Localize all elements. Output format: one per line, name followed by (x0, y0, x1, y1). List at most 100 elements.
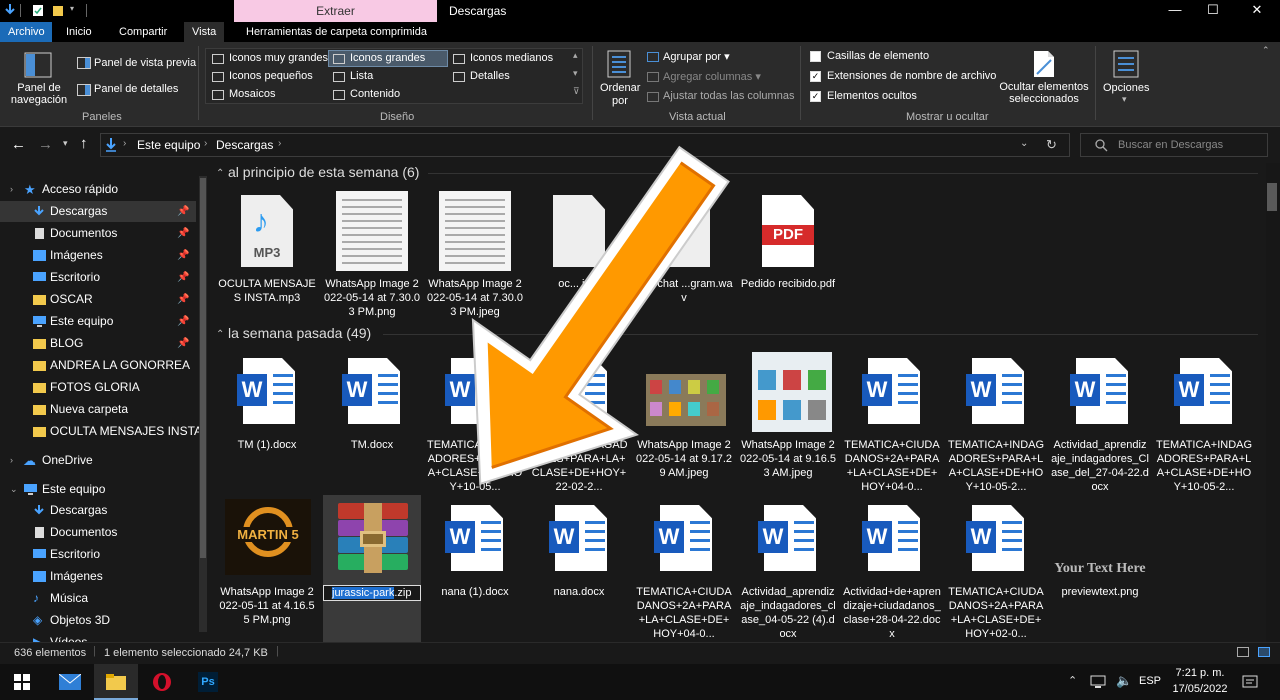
recent-locations-icon[interactable]: ▾ (63, 138, 68, 149)
details-pane-button[interactable]: Panel de detalles (94, 83, 178, 95)
pin-icon[interactable]: 📌 (177, 267, 189, 288)
sidebar-item-quick-access[interactable]: › ★ Acceso rápido (0, 179, 196, 200)
pin-icon[interactable]: 📌 (177, 311, 189, 332)
clock-time[interactable]: 7:21 p. m. (1172, 667, 1228, 679)
breadcrumb-descargas[interactable]: Descargas (216, 138, 273, 152)
back-arrow-icon[interactable]: ← (11, 136, 26, 153)
gallery-up-icon[interactable]: ▴ (573, 50, 578, 61)
group-header-this-week[interactable]: al principio de esta semana (6) (228, 164, 419, 180)
file-item[interactable]: WhatsApp Image 2022-05-14 at 9.16.53 AM.… (739, 348, 837, 496)
layout-list[interactable]: Lista (350, 70, 373, 82)
file-item[interactable]: W Actividad_aprendizaje_indagadores_clase… (739, 495, 837, 642)
file-item[interactable]: W TEMATICA+INDAGADORES+PARA+LA+CLASE+DE+H… (1155, 348, 1253, 496)
pin-icon[interactable]: 📌 (177, 245, 189, 266)
pin-icon[interactable]: 📌 (177, 333, 189, 354)
sidebar-item-fotos-gloria[interactable]: FOTOS GLORIA (0, 377, 196, 398)
customize-quick-access-icon[interactable]: ▾ (70, 4, 78, 17)
layout-content[interactable]: Contenido (350, 88, 400, 100)
file-item[interactable]: Your Text Here previewtext.png (1051, 495, 1149, 642)
file-item[interactable]: PDF Pedido recibido.pdf (739, 187, 837, 335)
layout-tiles[interactable]: Mosaicos (229, 88, 275, 100)
item-checkboxes-checkbox[interactable] (810, 51, 821, 62)
content-scrollbar[interactable] (1266, 163, 1280, 642)
details-view-icon[interactable] (1237, 647, 1249, 657)
options-dropdown-icon[interactable]: ▾ (1122, 94, 1127, 105)
collapse-chevron-icon[interactable]: ⌄ (10, 479, 18, 500)
expand-chevron-icon[interactable]: › (10, 450, 13, 471)
refresh-icon[interactable]: ↻ (1046, 137, 1057, 153)
extensions-checkbox[interactable]: ✓ (810, 71, 821, 82)
group-by-button[interactable]: Agrupar por ▾ (663, 50, 730, 63)
sidebar-item-pc-escritorio[interactable]: Escritorio (0, 544, 196, 565)
taskbar-mail[interactable] (48, 664, 92, 700)
tab-herramientas-carpeta-comprimida[interactable]: Herramientas de carpeta comprimida (238, 22, 435, 42)
file-item[interactable]: jurassic-park.zip (323, 495, 421, 642)
breadcrumb-chevron-icon[interactable]: › (123, 138, 126, 149)
file-item[interactable]: MARTIN 5 WhatsApp Image 2022-05-11 at 4.1… (218, 495, 316, 642)
forward-arrow-icon[interactable]: → (38, 136, 53, 153)
sort-by-icon[interactable] (607, 50, 631, 78)
options-icon[interactable] (1113, 50, 1139, 78)
network-icon[interactable] (1090, 675, 1106, 688)
sidebar-item-pc-documentos[interactable]: Documentos (0, 522, 196, 543)
add-columns-button[interactable]: Agregar columnas ▾ (663, 70, 761, 83)
breadcrumb-chevron-icon[interactable]: › (278, 138, 281, 149)
properties-icon[interactable] (32, 4, 44, 17)
sidebar-item-imagenes[interactable]: Imágenes 📌 (0, 245, 196, 266)
gallery-down-icon[interactable]: ▾ (573, 68, 578, 79)
file-item[interactable]: W TEMATICA+CIUDADANOS+2A+PARA+LA+CLASE+DE… (947, 495, 1045, 642)
file-item[interactable]: W TM.docx (323, 348, 421, 496)
volume-icon[interactable]: 🔈 (1116, 673, 1132, 689)
address-history-icon[interactable]: ⌄ (1020, 138, 1028, 149)
tab-vista[interactable]: Vista (184, 22, 225, 42)
layout-medium-icons[interactable]: Iconos medianos (470, 52, 553, 64)
file-item[interactable]: W Actividad_aprendizaje_indagadores_Clase… (1051, 348, 1149, 496)
taskbar-file-explorer[interactable] (94, 664, 138, 700)
large-icons-view-icon[interactable] (1258, 647, 1270, 657)
sidebar-item-pc-imagenes[interactable]: Imágenes (0, 566, 196, 587)
maximize-button[interactable]: ☐ (1190, 0, 1236, 22)
hide-selected-button[interactable]: Ocultar elementos seleccionados (998, 81, 1090, 105)
file-item[interactable]: WhatsApp Image 2022-05-14 at 7.30.03 PM.… (323, 187, 421, 335)
pin-icon[interactable]: 📌 (177, 201, 189, 222)
sidebar-item-blog[interactable]: BLOG 📌 (0, 333, 196, 354)
gallery-more-icon[interactable]: ⊽ (573, 86, 580, 97)
preview-pane-button[interactable]: Panel de vista previa (94, 57, 196, 69)
tray-overflow-icon[interactable]: ⌃ (1068, 674, 1077, 687)
sidebar-item-escritorio[interactable]: Escritorio 📌 (0, 267, 196, 288)
sort-by-button[interactable]: Ordenar por (600, 82, 640, 108)
breadcrumb-chevron-icon[interactable]: › (204, 138, 207, 149)
sidebar-item-pc-videos[interactable]: ▶ Vídeos (0, 632, 196, 642)
file-item[interactable]: W TEMATICA+CIUDADANOS+2A+PARA+LA+CLASE+DE… (843, 348, 941, 496)
sidebar-item-descargas[interactable]: Descargas 📌 (0, 201, 196, 222)
layout-extra-large-icons[interactable]: Iconos muy grandes (229, 52, 328, 64)
new-folder-icon[interactable] (52, 4, 64, 17)
file-item[interactable]: ♪ MP3 OCULTA MENSAJES INSTA.mp3 (218, 187, 316, 335)
hide-selected-icon[interactable] (1033, 50, 1055, 78)
sidebar-item-onedrive[interactable]: › ☁ OneDrive (0, 450, 196, 471)
sidebar-scrollbar-thumb[interactable] (200, 178, 206, 558)
sidebar-item-documentos[interactable]: Documentos 📌 (0, 223, 196, 244)
layout-details[interactable]: Detalles (470, 70, 510, 82)
sidebar-item-pc-musica[interactable]: ♪ Música (0, 588, 196, 609)
pin-icon[interactable]: 📌 (177, 289, 189, 310)
clock-date[interactable]: 17/05/2022 (1170, 683, 1230, 695)
layout-large-icons[interactable]: Iconos grandes (350, 52, 425, 64)
tab-compartir[interactable]: Compartir (111, 22, 175, 42)
start-button[interactable] (0, 664, 44, 700)
navigation-pane-icon[interactable] (24, 52, 52, 78)
language-indicator[interactable]: ESP (1139, 675, 1161, 687)
sidebar-item-este-equipo[interactable]: ⌄ Este equipo (0, 479, 196, 500)
layout-small-icons[interactable]: Iconos pequeños (229, 70, 313, 82)
tab-inicio[interactable]: Inicio (58, 22, 100, 42)
taskbar-opera[interactable] (140, 664, 184, 700)
options-button[interactable]: Opciones (1103, 82, 1149, 94)
search-input[interactable]: Buscar en Descargas (1080, 133, 1268, 157)
notifications-icon[interactable] (1242, 675, 1258, 689)
sidebar-item-pc-objetos-3d[interactable]: ◈ Objetos 3D (0, 610, 196, 631)
sidebar-item-pc-descargas[interactable]: Descargas (0, 500, 196, 521)
close-button[interactable]: ✕ (1234, 0, 1280, 22)
content-scrollbar-thumb[interactable] (1267, 183, 1277, 211)
file-item[interactable]: W Actividad+de+aprendizaje+ciudadanos_cla… (843, 495, 941, 642)
up-arrow-icon[interactable]: ↑ (80, 135, 88, 152)
